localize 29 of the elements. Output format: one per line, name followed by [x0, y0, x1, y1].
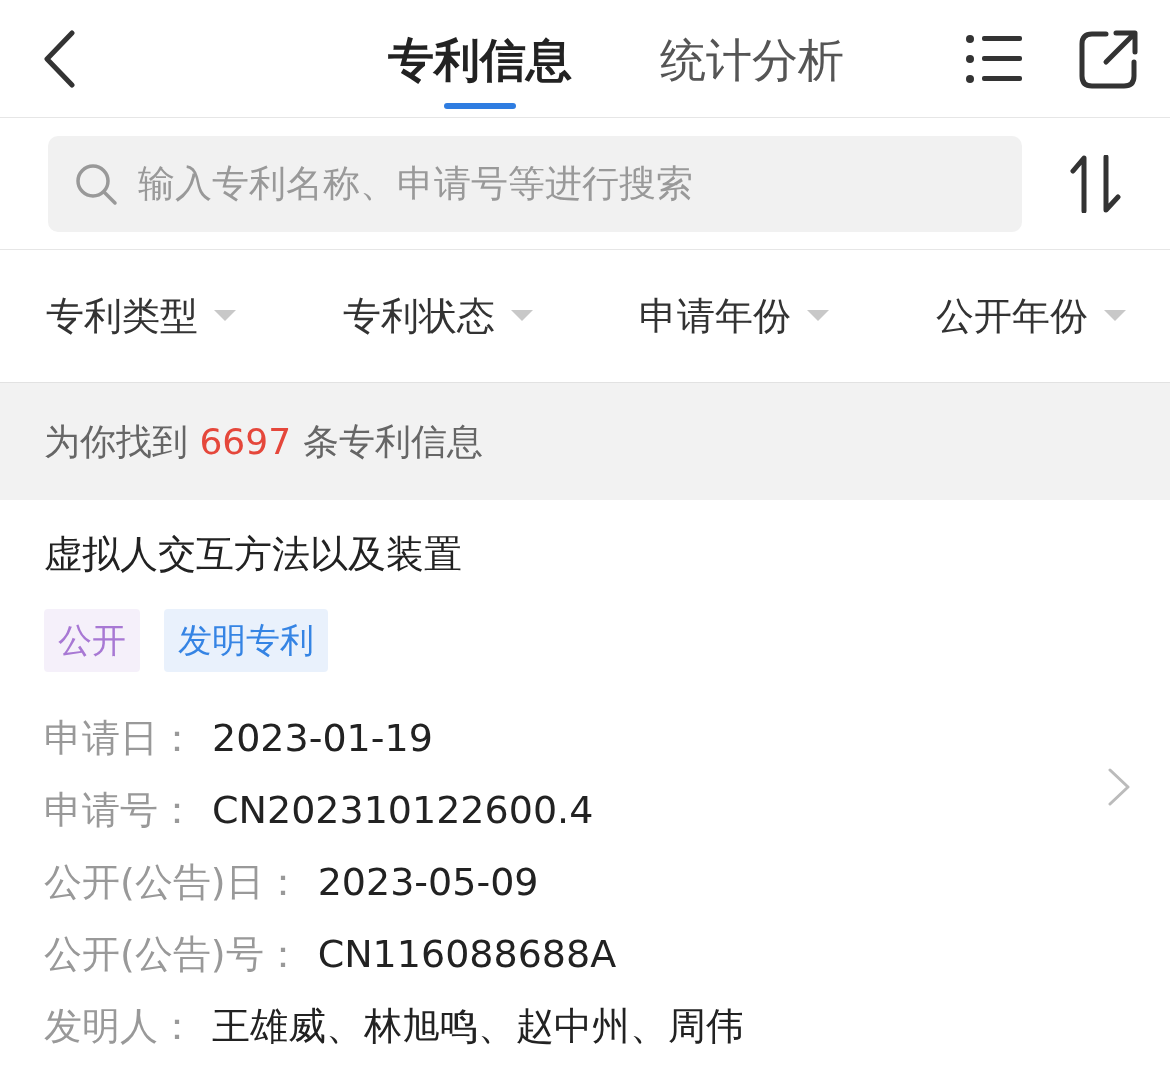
- tab[interactable]: 统计分析: [660, 26, 844, 109]
- field-label: 申请号：: [44, 787, 196, 834]
- field-value: CN116088688A: [317, 931, 617, 978]
- filter-dropdown[interactable]: 专利类型: [46, 287, 236, 345]
- field-value: CN202310122600.4: [212, 787, 594, 834]
- field-label: 公开(公告)号：: [44, 931, 302, 978]
- field-value: 王雄威、林旭鸣、赵中州、周伟: [212, 1003, 744, 1050]
- filter-dropdown[interactable]: 申请年份: [639, 287, 830, 345]
- search-icon: [74, 161, 118, 206]
- patent-title[interactable]: 虚拟人交互方法以及装置: [44, 526, 1126, 583]
- filter-dropdown[interactable]: 公开年份: [935, 287, 1126, 345]
- back-icon[interactable]: [42, 29, 76, 88]
- caret-icon: [1103, 310, 1126, 322]
- field-label: 发明人：: [44, 1003, 196, 1050]
- filter-dropdown[interactable]: 专利状态: [342, 287, 533, 345]
- caret-icon: [214, 310, 236, 322]
- result-count-text: 为你找到 6697 条专利信息: [44, 419, 483, 464]
- sort-icon[interactable]: [1070, 154, 1122, 213]
- field-label: 公开(公告)日：: [44, 859, 302, 906]
- field-label: 申请日：: [44, 715, 196, 762]
- tag: 发明专利: [164, 609, 328, 672]
- caret-icon: [807, 310, 830, 322]
- menu-icon[interactable]: [966, 33, 1022, 84]
- field-value: 2023-05-09: [317, 859, 539, 906]
- field-value: 2023-01-19: [212, 715, 433, 762]
- tag: 公开: [44, 609, 140, 672]
- search-field[interactable]: 输入专利名称、申请号等进行搜索: [48, 135, 1022, 232]
- caret-icon: [510, 310, 533, 322]
- tab[interactable]: 专利信息: [388, 26, 572, 109]
